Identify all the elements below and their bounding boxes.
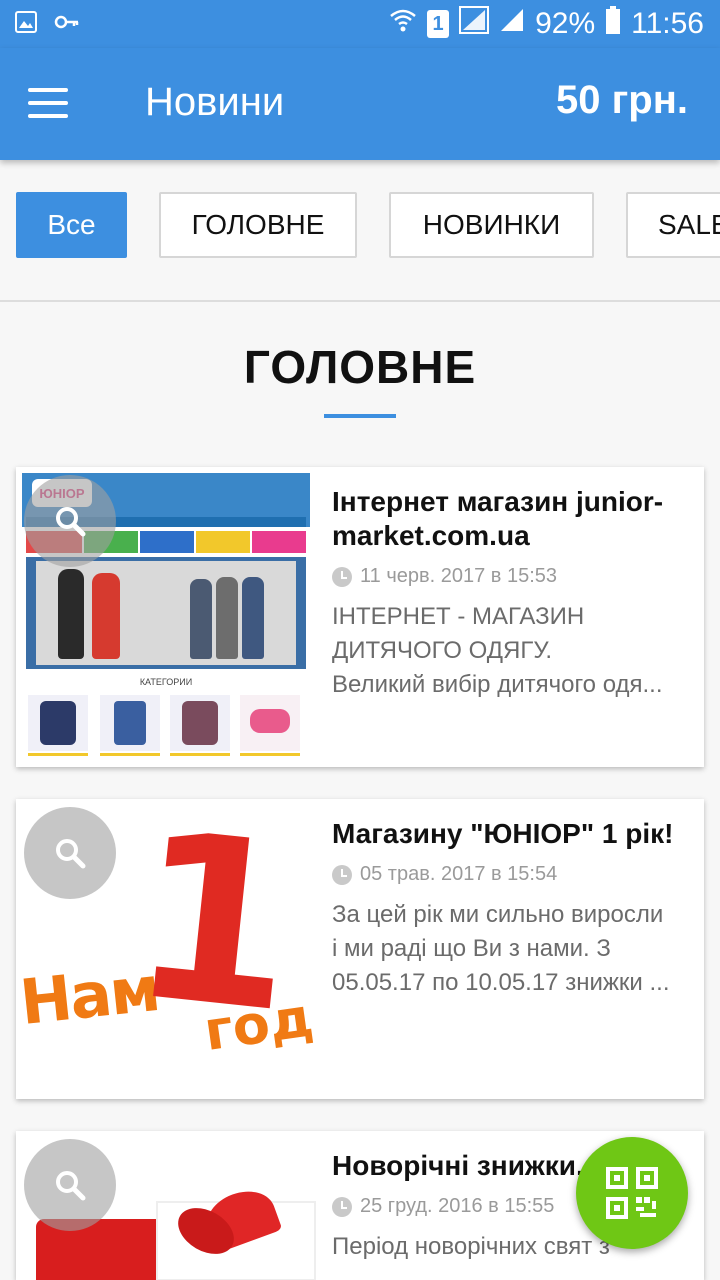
clock-time: 11:56	[631, 7, 704, 40]
menu-icon[interactable]	[28, 88, 68, 118]
filter-sale-chip[interactable]: SALE	[626, 192, 720, 258]
filter-all-chip[interactable]: Все	[16, 192, 127, 258]
news-thumbnail: ЮНІОР КАТЕГОРИИ	[16, 467, 316, 767]
news-card[interactable]: ЮНІОР КАТЕГОРИИ	[16, 467, 704, 767]
balance-amount[interactable]: 50 грн.	[556, 78, 688, 123]
clock-icon	[332, 864, 352, 885]
key-icon	[54, 10, 80, 36]
news-date: 05 трав. 2017 в 15:54	[332, 863, 688, 886]
filter-bar: Все ГОЛОВНЕ НОВИНКИ SALE	[0, 160, 720, 300]
desc-line: і ми раді що Ви з нами. З	[332, 935, 611, 962]
clock-icon	[332, 1196, 352, 1217]
filter-new-chip[interactable]: НОВИНКИ	[389, 192, 594, 258]
filter-main-chip[interactable]: ГОЛОВНЕ	[159, 192, 357, 258]
signal-bars-icon	[499, 7, 525, 41]
page-title: Новини	[145, 80, 285, 124]
news-date-text: 05 трав. 2017 в 15:54	[360, 863, 558, 885]
battery-percent: 92%	[535, 7, 596, 40]
search-icon	[56, 1171, 86, 1201]
news-card[interactable]: Нам 1 год! Магазину "ЮНІОР" 1 рік! 05 тр…	[16, 799, 704, 1099]
desc-line: ІНТЕРНЕТ - МАГАЗИН	[332, 603, 585, 630]
news-description: ІНТЕРНЕТ - МАГАЗИН ДИТЯЧОГО ОДЯГУ. Велик…	[332, 600, 688, 702]
section-title: ГОЛОВНЕ	[243, 341, 477, 393]
news-date: 11 черв. 2017 в 15:53	[332, 565, 688, 588]
qr-scan-button[interactable]	[576, 1137, 688, 1249]
status-bar: 1 92% 11:56	[0, 0, 720, 48]
battery-icon	[605, 6, 621, 42]
zoom-button[interactable]	[24, 475, 116, 567]
app-bar: Новини 50 грн.	[0, 48, 720, 160]
desc-line: За цей рік ми сильно виросли	[332, 901, 664, 928]
news-thumbnail	[16, 1131, 316, 1280]
news-thumbnail: Нам 1 год!	[16, 799, 316, 1099]
news-title[interactable]: Інтернет магазин junior-market.com.ua	[332, 485, 688, 553]
clock-icon	[332, 566, 352, 587]
news-date-text: 11 черв. 2017 в 15:53	[360, 565, 558, 587]
divider	[0, 300, 720, 302]
desc-line: 05.05.17 по 10.05.17 знижки ...	[332, 969, 670, 996]
section-underline	[324, 414, 396, 418]
news-description: За цей рік ми сильно виросли і ми раді щ…	[332, 898, 688, 1000]
search-icon	[56, 839, 86, 869]
desc-line: ДИТЯЧОГО ОДЯГУ.	[332, 637, 553, 664]
wifi-icon	[389, 7, 417, 41]
gallery-icon	[14, 10, 40, 36]
zoom-button[interactable]	[24, 1139, 116, 1231]
thumb-caption: КАТЕГОРИИ	[139, 677, 193, 687]
news-date-text: 25 груд. 2016 в 15:55	[360, 1195, 555, 1217]
news-title[interactable]: Магазину "ЮНІОР" 1 рік!	[332, 817, 688, 851]
search-icon	[56, 507, 86, 537]
sim-icon: 1	[427, 10, 450, 38]
qr-code-icon	[606, 1167, 658, 1219]
signal-icon	[459, 6, 490, 42]
desc-line: Великий вибір дитячого одя...	[332, 671, 663, 698]
zoom-button[interactable]	[24, 807, 116, 899]
